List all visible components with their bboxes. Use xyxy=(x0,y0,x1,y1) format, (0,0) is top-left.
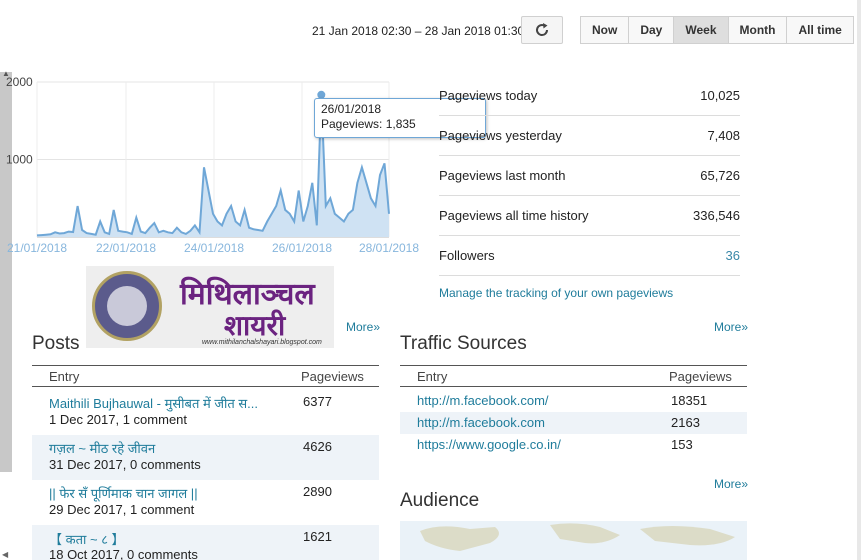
column-entry: Entry xyxy=(49,369,80,384)
posts-more-link[interactable]: More» xyxy=(346,320,380,334)
x-tick-label: 21/01/2018 xyxy=(7,241,67,255)
post-row: || फेर सँ पूर्णिमाक चान जागल || 29 Dec 2… xyxy=(32,480,379,525)
audience-title: Audience xyxy=(400,490,480,511)
range-month-button[interactable]: Month xyxy=(727,16,788,44)
world-map-graphic xyxy=(420,523,735,551)
scroll-left-arrow-icon[interactable]: ◀ xyxy=(2,550,8,559)
column-entry: Entry xyxy=(417,369,448,384)
blog-banner-image: मिथिलाञ्चल शायरी www.mithilanchalshayari… xyxy=(86,266,334,348)
audience-world-map[interactable] xyxy=(400,521,747,560)
x-tick-label: 28/01/2018 xyxy=(359,241,419,255)
traffic-source-link[interactable]: http://m.facebook.com/ xyxy=(417,393,549,408)
stat-row-yesterday: Pageviews yesterday 7,408 xyxy=(439,116,740,156)
column-pageviews: Pageviews xyxy=(301,369,364,384)
stat-value: 10,025 xyxy=(700,88,740,103)
traffic-pageviews: 2163 xyxy=(671,415,700,430)
traffic-pageviews: 153 xyxy=(671,437,693,452)
stat-value: 7,408 xyxy=(707,128,740,143)
stat-row-last-month: Pageviews last month 65,726 xyxy=(439,156,740,196)
x-tick-label: 22/01/2018 xyxy=(96,241,156,255)
followers-link[interactable]: 36 xyxy=(726,248,740,263)
posts-title: Posts xyxy=(32,333,80,354)
stat-row-followers: Followers 36 xyxy=(439,236,740,276)
refresh-icon xyxy=(536,23,549,36)
stat-row-all-time: Pageviews all time history 336,546 xyxy=(439,196,740,236)
banner-url: www.mithilanchalshayari.blogspot.com xyxy=(202,339,322,346)
post-pageviews: 4626 xyxy=(303,439,332,454)
stat-label: Followers xyxy=(439,248,495,263)
range-now-button[interactable]: Now xyxy=(580,16,630,44)
traffic-row: https://www.google.co.in/ 153 xyxy=(400,434,747,456)
refresh-button[interactable] xyxy=(521,16,563,44)
post-row: 【 कता ~ ८ 】 18 Oct 2017, 0 comments 1621 xyxy=(32,525,379,560)
traffic-more-link[interactable]: More» xyxy=(714,477,748,491)
post-title-link[interactable]: Maithili Bujhauwal - मुसीबत में जीत स... xyxy=(49,394,289,412)
stat-value: 65,726 xyxy=(700,168,740,183)
column-pageviews: Pageviews xyxy=(669,369,732,384)
stat-label: Pageviews all time history xyxy=(439,208,589,223)
post-title-link[interactable]: 【 कता ~ ८ 】 xyxy=(49,529,289,548)
post-pageviews: 1621 xyxy=(303,529,332,544)
traffic-table-header: Entry Pageviews xyxy=(400,365,747,387)
y-tick-label: 2000 xyxy=(6,75,33,89)
traffic-source-link[interactable]: http://m.facebook.com xyxy=(417,415,545,430)
post-meta: 1 Dec 2017, 1 comment xyxy=(49,412,188,427)
range-week-button[interactable]: Week xyxy=(673,16,729,44)
stat-label: Pageviews last month xyxy=(439,168,566,183)
y-tick-label: 1000 xyxy=(6,153,33,167)
post-pageviews: 6377 xyxy=(303,394,332,409)
traffic-row: http://m.facebook.com 2163 xyxy=(400,412,747,434)
post-meta: 29 Dec 2017, 1 comment xyxy=(49,502,195,517)
stat-label: Pageviews today xyxy=(439,88,538,103)
post-row: गज़ल ~ मीठ रहे जीवन 31 Dec 2017, 0 comme… xyxy=(32,435,379,480)
traffic-row: http://m.facebook.com/ 18351 xyxy=(400,390,747,412)
post-pageviews: 2890 xyxy=(303,484,332,499)
range-day-button[interactable]: Day xyxy=(628,16,675,44)
time-range-selector: Now Day Week Month All time xyxy=(580,16,854,44)
stat-row-today: Pageviews today 10,025 xyxy=(439,76,740,116)
x-tick-label: 26/01/2018 xyxy=(272,241,332,255)
stats-more-link[interactable]: More» xyxy=(714,320,748,334)
post-meta: 31 Dec 2017, 0 comments xyxy=(49,457,201,472)
post-title-link[interactable]: गज़ल ~ मीठ रहे जीवन xyxy=(49,439,289,457)
stat-value: 336,546 xyxy=(693,208,740,223)
date-range-label: 21 Jan 2018 02:30 – 28 Jan 2018 01:30 xyxy=(312,24,525,38)
post-meta: 18 Oct 2017, 0 comments xyxy=(49,547,198,560)
traffic-sources-title: Traffic Sources xyxy=(400,333,527,354)
posts-table-header: Entry Pageviews xyxy=(32,365,379,387)
range-alltime-button[interactable]: All time xyxy=(786,16,854,44)
manage-tracking-link[interactable]: Manage the tracking of your own pageview… xyxy=(439,286,673,300)
seal-emblem-icon xyxy=(92,271,162,341)
page-scrollbar[interactable] xyxy=(857,0,861,560)
stat-label: Pageviews yesterday xyxy=(439,128,562,143)
post-row: Maithili Bujhauwal - मुसीबत में जीत स...… xyxy=(32,390,379,435)
traffic-source-link[interactable]: https://www.google.co.in/ xyxy=(417,437,561,452)
x-tick-label: 24/01/2018 xyxy=(184,241,244,255)
post-title-link[interactable]: || फेर सँ पूर्णिमाक चान जागल || xyxy=(49,484,289,502)
traffic-pageviews: 18351 xyxy=(671,393,708,408)
